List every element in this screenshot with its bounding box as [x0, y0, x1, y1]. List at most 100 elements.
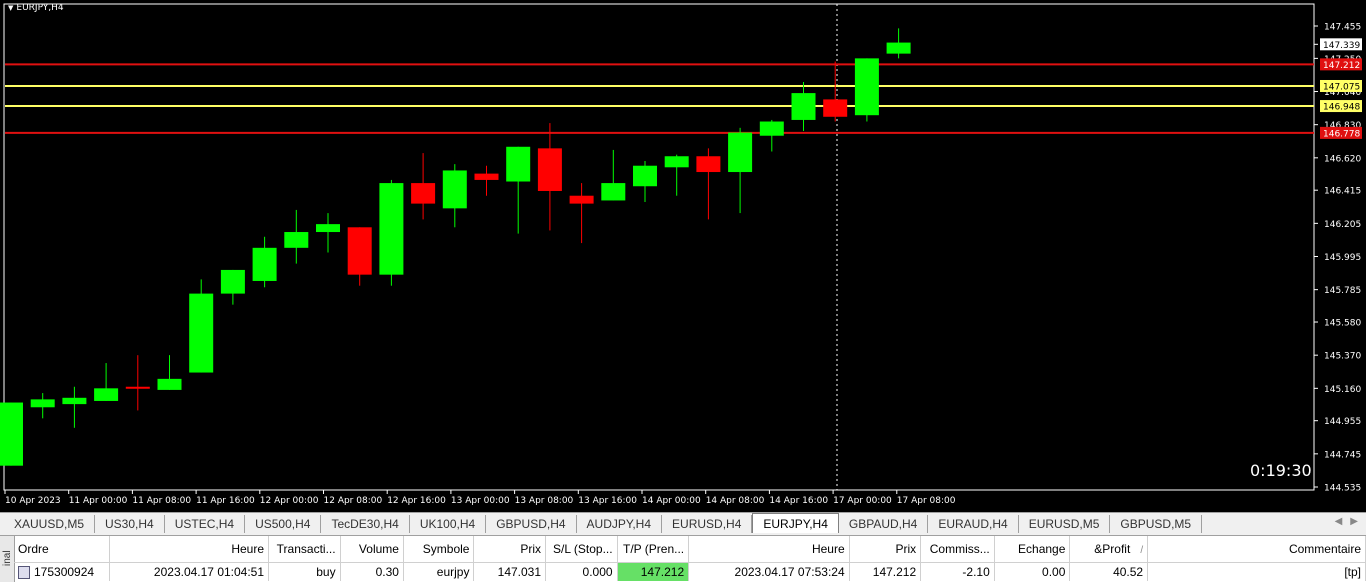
candle-body — [759, 121, 784, 136]
time-axis-label: 14 Apr 00:00 — [642, 496, 701, 506]
time-axis-label: 17 Apr 08:00 — [897, 496, 956, 506]
price-axis-label: 145.160 — [1324, 385, 1361, 395]
price-axis-label: 145.995 — [1324, 253, 1361, 263]
col-prix-close[interactable]: Prix — [849, 536, 922, 563]
candle-body — [791, 93, 816, 120]
price-axis-label: 144.745 — [1324, 450, 1361, 460]
chart-tab[interactable]: US30,H4 — [95, 515, 165, 533]
candle-body — [664, 156, 689, 168]
candle-body — [0, 402, 23, 466]
col-volume[interactable]: Volume — [340, 536, 404, 563]
col-commission[interactable]: Commiss... — [920, 536, 995, 563]
time-axis-label: 12 Apr 08:00 — [324, 496, 383, 506]
candle-body — [411, 183, 436, 204]
candle-body — [442, 170, 467, 209]
tp-hit-cell: 147.212 — [617, 562, 690, 581]
order-icon — [18, 566, 30, 580]
col-echange[interactable]: Echange — [994, 536, 1071, 563]
col-heure-close[interactable]: Heure — [688, 536, 850, 563]
col-commentaire[interactable]: Commentaire — [1147, 536, 1366, 563]
price-axis-label: 145.785 — [1324, 286, 1361, 296]
history-table: Ordre Heure Transacti... Volume Symbole … — [14, 536, 1366, 581]
col-ordre[interactable]: Ordre — [14, 536, 110, 563]
candle-body — [474, 173, 499, 180]
candle-body — [506, 146, 531, 182]
time-axis-label: 14 Apr 08:00 — [706, 496, 765, 506]
chart-tab-bar: XAUUSD,M5 US30,H4 USTEC,H4 US500,H4 TecDE30,… — [0, 512, 1366, 535]
level-price-tag: 146.778 — [1323, 129, 1360, 139]
candle-body — [728, 132, 753, 173]
price-axis-label: 145.580 — [1324, 319, 1361, 329]
candle-body — [157, 378, 182, 390]
candle-body — [189, 293, 214, 373]
chart-tab[interactable]: AUDJPY,H4 — [577, 515, 663, 533]
time-axis-label: 13 Apr 00:00 — [451, 496, 510, 506]
candle-body — [30, 399, 55, 408]
candle-body — [823, 99, 848, 117]
chart-tab[interactable]: EURUSD,H4 — [662, 515, 753, 533]
candle-body — [569, 195, 594, 204]
chart-area[interactable]: ▼ EURJPY,H4 147.455147.339147.250147.040… — [0, 0, 1366, 512]
col-prix[interactable]: Prix — [473, 536, 547, 563]
candle-body — [62, 397, 87, 405]
chart-tab[interactable]: UK100,H4 — [410, 515, 487, 533]
candle-body — [379, 183, 404, 275]
candle-body — [633, 165, 657, 187]
time-axis-label: 12 Apr 16:00 — [387, 496, 446, 506]
candle-body — [316, 224, 340, 233]
scroll-right-icon[interactable]: ▶ — [1350, 516, 1358, 527]
price-chart[interactable]: 147.455147.339147.250147.040146.830146.6… — [0, 0, 1366, 512]
candle-body — [284, 232, 309, 248]
terminal-side-label[interactable]: inal — [0, 536, 15, 582]
col-transaction[interactable]: Transacti... — [268, 536, 341, 563]
candle-body — [886, 42, 911, 54]
chart-tab[interactable]: GBPUSD,M5 — [1110, 515, 1203, 533]
scroll-left-icon[interactable]: ◀ — [1335, 516, 1343, 527]
dropdown-triangle-icon[interactable]: ▼ — [8, 4, 13, 12]
chart-tab[interactable]: GBPUSD,H4 — [486, 515, 577, 533]
chart-tab[interactable]: EURUSD,M5 — [1019, 515, 1111, 533]
price-axis-label: 146.205 — [1324, 220, 1361, 230]
bar-countdown: 0:19:30 — [1250, 461, 1312, 480]
chart-tab[interactable]: GBPAUD,H4 — [839, 515, 929, 533]
time-axis-label: 11 Apr 16:00 — [196, 496, 255, 506]
price-axis-label: 146.620 — [1324, 154, 1361, 164]
time-axis-label: 10 Apr 2023 — [5, 496, 61, 506]
chart-tab[interactable]: EURJPY,H4 — [752, 513, 839, 533]
candle-body — [347, 227, 372, 275]
chart-tab[interactable]: TecDE30,H4 — [321, 515, 410, 533]
candle-body — [601, 183, 626, 201]
candle-body — [696, 156, 721, 173]
table-row[interactable]: 175300924 2023.04.17 01:04:51 buy 0.30 e… — [14, 562, 1366, 581]
candle-body — [252, 247, 277, 281]
price-axis-label: 144.955 — [1324, 417, 1361, 427]
time-axis-label: 14 Apr 16:00 — [769, 496, 828, 506]
time-axis-label: 11 Apr 08:00 — [132, 496, 191, 506]
level-price-tag: 147.212 — [1323, 61, 1360, 71]
col-heure[interactable]: Heure — [109, 536, 270, 563]
chart-tab[interactable]: USTEC,H4 — [165, 515, 246, 533]
chart-tabs: XAUUSD,M5 US30,H4 USTEC,H4 US500,H4 TecDE30,… — [4, 513, 1203, 533]
time-axis-label: 11 Apr 00:00 — [69, 496, 128, 506]
candle-body — [854, 58, 879, 116]
chart-tab[interactable]: XAUUSD,M5 — [4, 515, 96, 533]
candle-body — [537, 148, 562, 191]
table-header: Ordre Heure Transacti... Volume Symbole … — [14, 536, 1366, 563]
price-axis-label: 145.370 — [1324, 352, 1361, 362]
time-axis-label: 13 Apr 16:00 — [578, 496, 637, 506]
col-profit[interactable]: &Profit / — [1069, 536, 1149, 563]
chart-title: ▼ EURJPY,H4 — [8, 3, 64, 13]
level-price-tag: 147.075 — [1323, 82, 1360, 92]
time-axis-label: 13 Apr 08:00 — [515, 496, 574, 506]
chart-symbol-label: EURJPY,H4 — [16, 3, 64, 13]
candle-body — [220, 269, 245, 294]
col-symbole[interactable]: Symbole — [403, 536, 475, 563]
time-axis-label: 12 Apr 00:00 — [260, 496, 319, 506]
chart-tab[interactable]: US500,H4 — [245, 515, 322, 533]
candle-body — [94, 388, 119, 401]
chart-tab[interactable]: EURAUD,H4 — [928, 515, 1019, 533]
col-tp[interactable]: T/P (Pren... — [617, 536, 690, 563]
current-price-tag: 147.339 — [1323, 41, 1360, 51]
price-axis-label: 144.535 — [1324, 484, 1361, 494]
col-sl[interactable]: S/L (Stop... — [545, 536, 618, 563]
